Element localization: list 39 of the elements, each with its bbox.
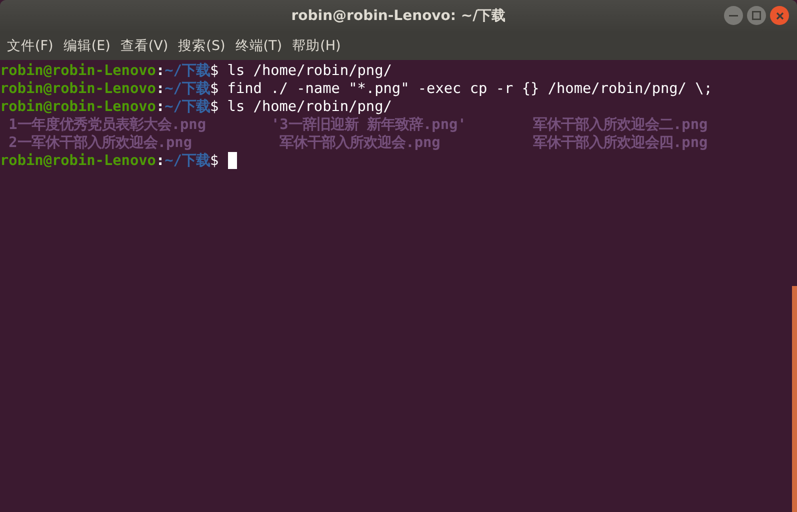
command-text: ls /home/robin/png/ <box>226 62 392 80</box>
file-name: '3一辞旧迎新 新年致辞.png' <box>271 116 468 134</box>
file-name: 2一军休干部入所欢迎会.png <box>8 134 193 152</box>
maximize-button[interactable] <box>747 6 766 25</box>
file-name: 1一年度优秀党员表彰大会.png <box>8 116 207 134</box>
menu-item[interactable]: 搜索(S) <box>173 37 230 55</box>
menu-item[interactable]: 文件(F) <box>2 37 58 55</box>
menu-item[interactable]: 帮助(H) <box>287 37 346 55</box>
menu-item[interactable]: 查看(V) <box>115 37 174 55</box>
file-name: 军休干部入所欢迎会二.png <box>533 116 709 134</box>
prompt-path: ~/下载 <box>164 152 210 170</box>
prompt-path: ~/下载 <box>164 98 210 116</box>
window-title: robin@robin-Lenovo: ~/下载 <box>291 7 506 25</box>
menu-item[interactable]: 终端(T) <box>230 37 288 55</box>
prompt-path: ~/下载 <box>164 62 210 80</box>
close-button[interactable] <box>770 6 789 25</box>
prompt-user: robin@robin-Lenovo <box>0 62 156 80</box>
prompt-user: robin@robin-Lenovo <box>0 80 156 98</box>
maximize-icon <box>752 11 761 20</box>
prompt-separator: : <box>156 98 165 116</box>
prompt-separator: : <box>156 152 165 170</box>
prompt-symbol: $ <box>210 153 219 170</box>
prompt-symbol: $ <box>210 63 219 80</box>
minimize-icon <box>729 14 738 16</box>
prompt-user: robin@robin-Lenovo <box>0 152 156 170</box>
minimize-button[interactable] <box>724 6 743 25</box>
file-name: 军休干部入所欢迎会.png <box>278 134 442 152</box>
prompt-symbol: $ <box>210 81 219 98</box>
close-icon <box>776 12 784 20</box>
file-name: 军休干部入所欢迎会四.png <box>533 134 709 152</box>
prompt-user: robin@robin-Lenovo <box>0 98 156 116</box>
prompt-separator: : <box>156 62 165 80</box>
prompt-path: ~/下载 <box>164 80 210 98</box>
command-text: find ./ -name "*.png" -exec cp -r {} /home/robin/png/ \; <box>226 80 712 98</box>
scrollbar[interactable] <box>792 286 797 512</box>
prompt-symbol: $ <box>210 99 219 116</box>
menu-item[interactable]: 编辑(E) <box>58 37 116 55</box>
prompt-separator: : <box>156 80 165 98</box>
command-text: ls /home/robin/png/ <box>226 98 392 116</box>
